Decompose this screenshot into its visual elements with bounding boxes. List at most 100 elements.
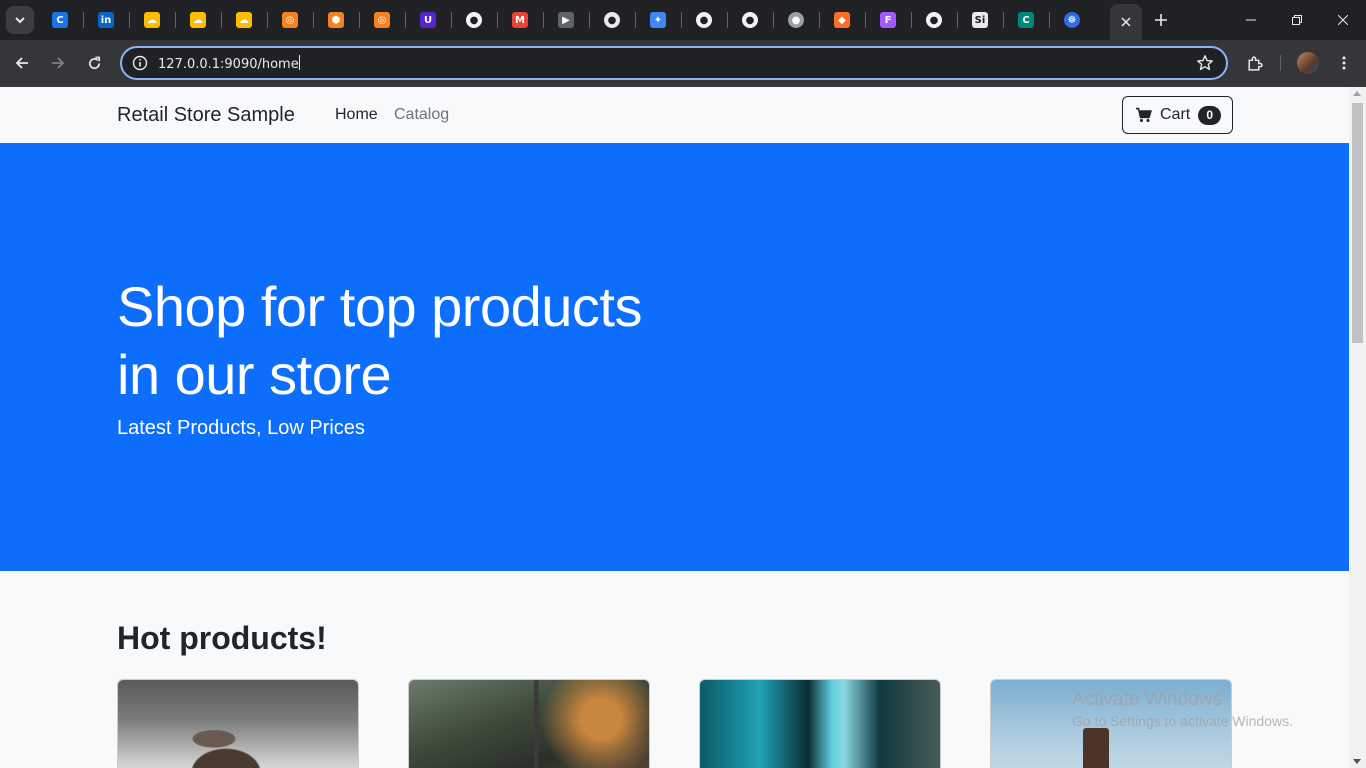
google-cloud-icon: ☁	[236, 12, 252, 28]
url-text[interactable]: 127.0.0.1:9090/home	[158, 55, 300, 72]
address-bar[interactable]: 127.0.0.1:9090/home	[120, 46, 1228, 80]
page-viewport: Retail Store Sample Home Catalog Cart 0 …	[0, 87, 1349, 768]
activate-windows-watermark: Activate Windows Go to Settings to activ…	[1072, 689, 1293, 729]
cart-button[interactable]: Cart 0	[1122, 96, 1233, 134]
pinned-tab[interactable]: C	[48, 8, 72, 32]
product-image[interactable]	[700, 680, 940, 768]
brand-link[interactable]: Retail Store Sample	[117, 104, 295, 127]
site-info-icon[interactable]	[132, 55, 148, 71]
pinned-tab[interactable]: ☁	[140, 8, 164, 32]
pinned-tab[interactable]: F	[876, 8, 900, 32]
text-caret	[298, 55, 300, 70]
pinned-tab[interactable]: ◎	[370, 8, 394, 32]
back-button[interactable]	[9, 50, 35, 76]
hero-title-line1: Shop for top products	[117, 275, 642, 338]
tab-separator	[313, 12, 314, 28]
google-cloud-icon: ☁	[144, 12, 160, 28]
video-icon: ▶	[558, 12, 574, 28]
pinned-tab[interactable]: ✦	[646, 8, 670, 32]
tab-separator	[267, 12, 268, 28]
close-window-icon	[1338, 15, 1348, 25]
product-card[interactable]	[117, 679, 359, 768]
pinned-tab[interactable]: ●	[922, 8, 946, 32]
pinned-tab[interactable]: Si	[968, 8, 992, 32]
menu-button[interactable]	[1331, 50, 1357, 76]
pinned-tab[interactable]: ●	[738, 8, 762, 32]
pinned-tab[interactable]: ●	[600, 8, 624, 32]
kebab-menu-icon	[1342, 56, 1346, 70]
pinned-tab[interactable]: ●	[784, 8, 808, 32]
pinned-tab[interactable]: ☁	[186, 8, 210, 32]
pinned-tab[interactable]: in	[94, 8, 118, 32]
pinned-tab[interactable]: ◆	[830, 8, 854, 32]
si-icon: Si	[972, 12, 988, 28]
cart-count-badge: 0	[1198, 105, 1222, 125]
watermark-title: Activate Windows	[1072, 689, 1222, 710]
github-icon: ●	[696, 12, 712, 28]
pinned-tab[interactable]: ●	[462, 8, 486, 32]
github-icon: ●	[742, 12, 758, 28]
tab-separator	[129, 12, 130, 28]
watch-strap-shape	[1083, 728, 1109, 768]
url-value: 127.0.0.1:9090/home	[158, 57, 299, 72]
tab-separator	[497, 12, 498, 28]
restore-button[interactable]	[1274, 0, 1320, 40]
pinned-tab[interactable]: M	[508, 8, 532, 32]
google-cloud-icon: ☁	[190, 12, 206, 28]
site-navbar: Retail Store Sample Home Catalog Cart 0	[0, 87, 1349, 143]
tab-separator	[221, 12, 222, 28]
pinned-tab[interactable]: ●	[692, 8, 716, 32]
tab-separator	[175, 12, 176, 28]
orange-hexagon-icon: ⬢	[328, 12, 344, 28]
pinned-tab[interactable]: ◎	[278, 8, 302, 32]
tab-separator	[405, 12, 406, 28]
scroll-down-arrow-icon[interactable]	[1353, 759, 1361, 764]
bookmark-star-icon[interactable]	[1196, 54, 1214, 72]
pinned-tab[interactable]: ☁	[232, 8, 256, 32]
close-icon[interactable]	[1121, 17, 1131, 27]
pinned-tab[interactable]: ⬢	[324, 8, 348, 32]
tab-separator	[1003, 12, 1004, 28]
orange-square-icon: ◎	[374, 12, 390, 28]
tab-separator	[727, 12, 728, 28]
gemini-icon: ✦	[650, 12, 666, 28]
watermark-subtitle: Go to Settings to activate Windows.	[1072, 713, 1293, 729]
pinned-tab[interactable]: C	[1014, 8, 1038, 32]
tab-separator	[911, 12, 912, 28]
tab-search-button[interactable]	[6, 6, 34, 34]
nav-catalog-link[interactable]: Catalog	[394, 106, 449, 124]
new-tab-button[interactable]	[1150, 9, 1172, 31]
extensions-button[interactable]	[1241, 50, 1267, 76]
product-image[interactable]	[409, 680, 649, 768]
arrow-right-icon	[52, 57, 65, 69]
gitlab-icon: ◆	[834, 12, 850, 28]
product-image[interactable]	[118, 680, 358, 768]
product-card[interactable]	[408, 679, 650, 768]
plus-icon	[1155, 14, 1167, 26]
c-green-icon: C	[1018, 12, 1034, 28]
cart-label: Cart	[1160, 106, 1191, 123]
figma-icon: F	[880, 12, 896, 28]
scrollbar-thumb[interactable]	[1352, 103, 1363, 343]
pinned-tab[interactable]: ☸	[1060, 8, 1084, 32]
tab-separator	[957, 12, 958, 28]
page-scrollbar[interactable]	[1349, 87, 1366, 768]
scroll-up-arrow-icon[interactable]	[1353, 91, 1361, 96]
nav-home-link[interactable]: Home	[335, 106, 378, 124]
close-window-button[interactable]	[1320, 0, 1366, 40]
tab-strip: Cin ☁ ☁ ☁ ◎ ⬢ ◎ U ● M ▶ ● ✦ ● ● ● ◆ F ● Si C ☸	[0, 0, 1366, 40]
product-card[interactable]	[699, 679, 941, 768]
cart-icon	[1136, 107, 1152, 122]
profile-avatar[interactable]	[1297, 52, 1319, 74]
hero-banner: Shop for top products in our store Lates…	[0, 143, 1349, 571]
minimize-button[interactable]	[1228, 0, 1274, 40]
tab-separator	[865, 12, 866, 28]
forward-button[interactable]	[45, 50, 71, 76]
tab-separator	[773, 12, 774, 28]
pinned-tab[interactable]: ▶	[554, 8, 578, 32]
reload-icon	[88, 56, 100, 69]
hero-title-line2: in our store	[117, 343, 392, 406]
reload-button[interactable]	[81, 50, 107, 76]
pinned-tab[interactable]: U	[416, 8, 440, 32]
active-tab[interactable]	[1110, 4, 1142, 40]
